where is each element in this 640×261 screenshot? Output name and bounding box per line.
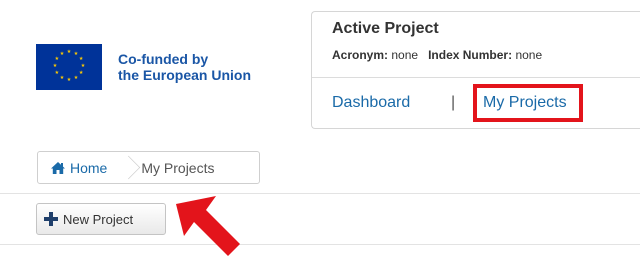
eu-star: ★: [66, 49, 72, 55]
acronym-label: Acronym:: [332, 48, 389, 62]
active-project-panel: Active Project Acronym: none Index Numbe…: [311, 11, 640, 129]
new-project-label: New Project: [63, 211, 134, 227]
home-icon: [51, 161, 65, 174]
acronym-value: none: [391, 48, 419, 62]
eu-star: ★: [73, 75, 79, 82]
my-projects-link[interactable]: My Projects: [483, 94, 567, 112]
dashboard-link[interactable]: Dashboard: [332, 94, 410, 112]
eu-star: ★: [54, 56, 60, 62]
nav-separator: |: [451, 94, 456, 111]
project-nav: Dashboard | My Projects: [312, 77, 640, 129]
bottom-divider: [0, 244, 640, 245]
eu-star: ★: [66, 77, 72, 83]
index-number-label: Index Number:: [428, 48, 513, 62]
breadcrumb-home[interactable]: Home: [38, 152, 121, 183]
eu-logo: ★ ★ ★ ★ ★ ★ ★ ★ ★ ★ ★ ★ Co-funded by the European U…: [36, 42, 286, 92]
eu-star: ★: [59, 75, 65, 82]
eu-star: ★: [54, 70, 60, 76]
red-arrow-icon: [176, 196, 240, 256]
project-meta: Acronym: none Index Number: none: [332, 48, 542, 62]
eu-flag-icon: ★ ★ ★ ★ ★ ★ ★ ★ ★ ★ ★ ★: [36, 44, 102, 90]
breadcrumb-home-label: Home: [70, 159, 108, 176]
breadcrumb-separator: [121, 152, 135, 183]
logo-line-2: the European Union: [118, 67, 251, 83]
new-project-button[interactable]: New Project: [36, 203, 166, 235]
eu-star: ★: [78, 70, 84, 76]
eu-star: ★: [52, 63, 58, 69]
eu-star: ★: [59, 50, 65, 57]
active-project-title: Active Project: [332, 20, 439, 37]
eu-logo-text: Co-funded by the European Union: [118, 51, 251, 83]
breadcrumb: Home My Projects: [37, 151, 260, 184]
plus-icon: [44, 212, 58, 226]
section-divider: [0, 193, 640, 194]
index-number-value: none: [515, 48, 543, 62]
logo-line-1: Co-funded by: [118, 51, 209, 67]
breadcrumb-current: My Projects: [141, 159, 215, 176]
